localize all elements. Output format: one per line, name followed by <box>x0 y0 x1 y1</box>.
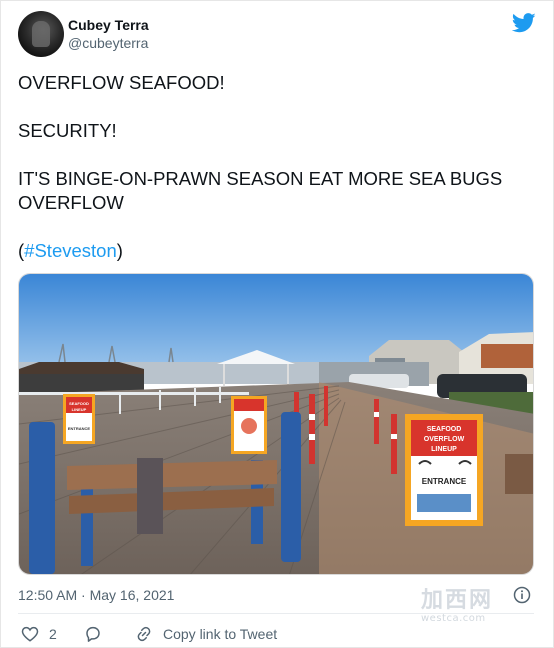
tweet-line: SECURITY! <box>18 120 117 141</box>
tweet-card: Cubey Terra @cubeyterra OVERFLOW SEAFOOD… <box>0 0 554 648</box>
tweet-actions: 2 Copy link to Tweet <box>18 623 534 647</box>
link-icon <box>137 626 151 642</box>
divider <box>18 613 534 614</box>
tweet-header: Cubey Terra @cubeyterra <box>18 11 538 57</box>
hashtag-link[interactable]: #Steveston <box>24 240 117 261</box>
hashtag-line: (#Steveston) <box>18 239 538 263</box>
photo-pier-scene: SEAFOOD LINEUP ENTRANCE SEAFOOD OVERFLOW… <box>19 274 533 574</box>
reply-icon <box>86 626 100 642</box>
tweet-text: OVERFLOW SEAFOOD! SECURITY! IT'S BINGE-O… <box>18 71 538 263</box>
copy-link-label: Copy link to Tweet <box>163 626 278 642</box>
avatar[interactable] <box>18 11 64 57</box>
heart-icon <box>21 626 39 642</box>
sign-left-line2: LINEUP <box>72 407 87 412</box>
sign-right-line4: ENTRANCE <box>422 477 467 486</box>
sign-right-line2: OVERFLOW <box>424 436 465 443</box>
twitter-bird-icon[interactable] <box>512 13 536 33</box>
like-count: 2 <box>49 626 57 642</box>
handle[interactable]: @cubeyterra <box>68 34 149 52</box>
paren-close: ) <box>116 240 123 261</box>
sign-left-line3: ENTRANCE <box>68 426 91 431</box>
reply-button[interactable] <box>84 623 102 645</box>
author-names: Cubey Terra @cubeyterra <box>68 17 149 52</box>
info-icon[interactable] <box>513 586 531 604</box>
tweet-line: IT'S BINGE-ON-PRAWN SEASON EAT MORE SEA … <box>18 168 503 213</box>
tweet-timestamp[interactable]: 12:50 AM · May 16, 2021 <box>18 586 174 604</box>
sign-right-line3: LINEUP <box>431 446 457 453</box>
sign-right-line1: SEAFOOD <box>427 426 462 433</box>
display-name[interactable]: Cubey Terra <box>68 17 149 34</box>
copy-link-button[interactable]: Copy link to Tweet <box>135 623 277 645</box>
sign-left-line1: SEAFOOD <box>69 401 89 406</box>
tweet-line: OVERFLOW SEAFOOD! <box>18 72 225 93</box>
tweet-photo[interactable]: SEAFOOD LINEUP ENTRANCE SEAFOOD OVERFLOW… <box>18 273 534 575</box>
like-button[interactable]: 2 <box>21 623 57 645</box>
